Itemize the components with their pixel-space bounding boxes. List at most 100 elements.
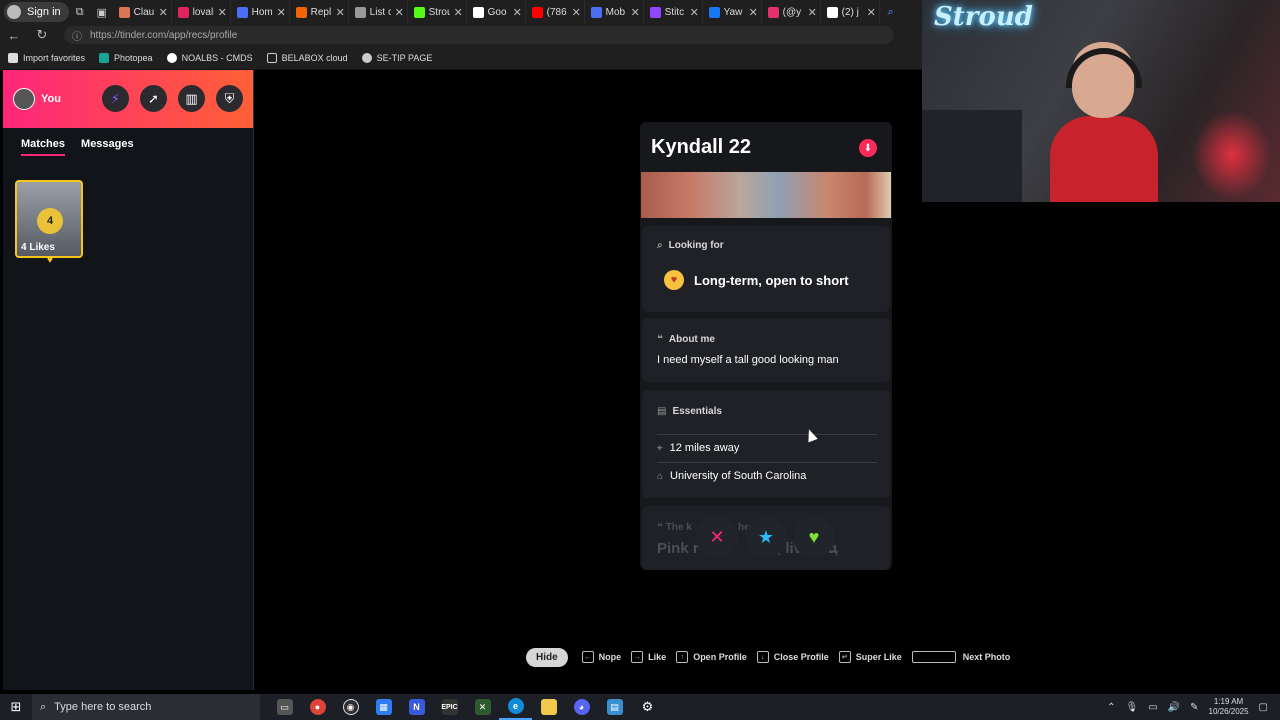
clock[interactable]: 1:19 AM 10/26/2025 xyxy=(1209,697,1249,717)
browser-tab[interactable]: Repl ✕ xyxy=(290,0,349,24)
likes-count-badge: 4 xyxy=(37,208,63,234)
search-tabs-icon[interactable]: ⌕ xyxy=(880,2,902,22)
workspaces-icon[interactable]: ⧉ xyxy=(69,2,91,22)
task-view-icon[interactable]: ▭ xyxy=(268,694,301,720)
like-button[interactable]: ♥ xyxy=(793,516,835,558)
store-icon[interactable]: ▦ xyxy=(367,694,400,720)
close-icon[interactable]: ✕ xyxy=(749,6,761,19)
volume-icon[interactable]: 🔊 xyxy=(1168,702,1180,713)
looking-for-section: ⌕ Looking for ♥ Long-term, open to short xyxy=(642,226,890,312)
notion-icon[interactable]: N xyxy=(400,694,433,720)
hint-like: → Like xyxy=(631,651,666,663)
file-explorer-icon[interactable] xyxy=(532,694,565,720)
signin-button[interactable]: Sign in xyxy=(4,2,69,22)
user-label[interactable]: You xyxy=(41,93,61,105)
browser-tab[interactable]: Hom ✕ xyxy=(231,0,290,24)
notification-icon[interactable]: ▢ xyxy=(1259,702,1268,713)
chrome-icon[interactable]: ● xyxy=(301,694,334,720)
super-like-button[interactable]: ★ xyxy=(745,516,787,558)
close-icon[interactable]: ✕ xyxy=(867,6,879,19)
close-profile-arrow-icon[interactable]: ⬇ xyxy=(859,139,877,157)
briefcase-icon[interactable]: ▥ xyxy=(178,85,205,112)
discord-icon[interactable]: ◕ xyxy=(565,694,598,720)
tab-matches[interactable]: Matches xyxy=(21,138,66,156)
tab-favicon-icon xyxy=(295,6,307,18)
looking-for-value-row: ♥ Long-term, open to short xyxy=(664,270,849,290)
close-icon[interactable]: ✕ xyxy=(631,6,643,19)
close-icon[interactable]: ✕ xyxy=(336,6,348,19)
favorite-se-tip[interactable]: SE-TIP PAGE xyxy=(361,52,432,63)
up-arrow-key-icon: ↑ xyxy=(676,651,689,663)
browser-tab[interactable]: Yaw ✕ xyxy=(703,0,762,24)
close-icon[interactable]: ✕ xyxy=(454,6,466,19)
browser-tab[interactable]: Goo ✕ xyxy=(467,0,526,24)
browser-tab[interactable]: Strou ✕ xyxy=(408,0,467,24)
close-icon[interactable]: ✕ xyxy=(513,6,525,19)
tab-favicon-icon xyxy=(354,6,366,18)
tab-favicon-icon xyxy=(236,6,248,18)
taskbar-search[interactable]: ⌕ Type here to search xyxy=(32,694,260,720)
xbox-icon[interactable]: ✕ xyxy=(466,694,499,720)
refresh-icon[interactable]: ↻ xyxy=(28,27,56,43)
close-icon[interactable]: ✕ xyxy=(277,6,289,19)
looking-for-heading: Looking for xyxy=(668,240,724,251)
shield-icon[interactable]: ⛨ xyxy=(216,85,243,112)
likes-card[interactable]: 4 4 Likes ♥ xyxy=(15,180,83,266)
windows-start-icon[interactable]: ⊞ xyxy=(0,694,32,720)
about-section: ❝ About me I need myself a tall good look… xyxy=(642,318,890,382)
browser-tab[interactable]: (786 ✕ xyxy=(526,0,585,24)
hint-nope: ← Nope xyxy=(581,651,621,663)
close-icon[interactable]: ✕ xyxy=(572,6,584,19)
distance-row: ⌖ 12 miles away xyxy=(657,442,739,454)
hint-label: Like xyxy=(648,652,667,662)
hint-open-profile: ↑ Open Profile xyxy=(676,651,747,663)
edge-icon[interactable]: e xyxy=(499,694,532,720)
like-icon: ♥ xyxy=(808,526,820,547)
close-icon[interactable]: ✕ xyxy=(690,6,702,19)
favorite-belabox[interactable]: BELABOX cloud xyxy=(266,52,348,63)
close-icon[interactable]: ✕ xyxy=(159,6,171,19)
graduation-cap-icon: ⌂ xyxy=(657,470,664,482)
next-section-heading: The k xyxy=(665,522,692,533)
close-icon[interactable]: ✕ xyxy=(218,6,230,19)
settings-gear-icon[interactable]: ⚙ xyxy=(631,694,664,720)
photos-icon[interactable]: ▤ xyxy=(598,694,631,720)
about-heading-row: ❝ About me xyxy=(657,334,715,345)
browser-tab[interactable]: (2) j ✕ xyxy=(821,0,880,24)
tab-actions-icon[interactable]: ▣ xyxy=(91,2,113,22)
browser-tab[interactable]: Mob ✕ xyxy=(585,0,644,24)
lightning-icon[interactable]: ⚡ xyxy=(102,85,129,112)
browser-tab[interactable]: (@y ✕ xyxy=(762,0,821,24)
compass-icon[interactable]: ➚ xyxy=(140,85,167,112)
tab-messages[interactable]: Messages xyxy=(81,138,134,156)
about-heading: About me xyxy=(668,334,715,345)
profile-photo[interactable] xyxy=(641,172,891,218)
microphone-icon[interactable]: 🎙 xyxy=(1126,702,1139,713)
favorite-noalbs[interactable]: NOALBS - CMDS xyxy=(166,52,253,63)
browser-tab[interactable]: List c ✕ xyxy=(349,0,408,24)
down-arrow-key-icon: ↓ xyxy=(756,651,769,663)
close-icon[interactable]: ✕ xyxy=(808,6,820,19)
chevron-up-icon[interactable]: ⌃ xyxy=(1107,702,1115,713)
site-info-icon[interactable]: ⓘ xyxy=(72,28,82,43)
pen-icon[interactable]: ✎ xyxy=(1190,702,1198,713)
url-field[interactable]: ⓘ https://tinder.com/app/recs/profile xyxy=(64,26,894,44)
network-icon[interactable]: ▭ xyxy=(1148,702,1157,713)
favorite-photopea[interactable]: Photopea xyxy=(99,52,153,63)
tab-favicon-icon xyxy=(708,6,720,18)
nope-button[interactable]: ✕ xyxy=(696,516,738,558)
close-icon[interactable]: ✕ xyxy=(395,6,407,19)
favorite-import[interactable]: Import favorites xyxy=(8,52,85,63)
essentials-section: ▤ Essentials ⌖ 12 miles away ⌂ University o… xyxy=(642,390,890,498)
favorites-bar: Import favorites Photopea NOALBS - CMDS … xyxy=(0,46,922,70)
epic-games-icon[interactable]: EPIC xyxy=(433,694,466,720)
back-icon[interactable]: ← xyxy=(0,28,28,43)
browser-tab[interactable]: Stitc ✕ xyxy=(644,0,703,24)
location-pin-icon: ⌖ xyxy=(657,442,663,454)
hide-hints-button[interactable]: Hide xyxy=(526,647,568,667)
browser-tab[interactable]: Clau ✕ xyxy=(113,0,172,24)
obs-icon[interactable]: ◉ xyxy=(334,694,367,720)
avatar[interactable] xyxy=(13,88,35,110)
tab-favicon-icon xyxy=(413,6,425,18)
browser-tab[interactable]: lovali ✕ xyxy=(172,0,231,24)
